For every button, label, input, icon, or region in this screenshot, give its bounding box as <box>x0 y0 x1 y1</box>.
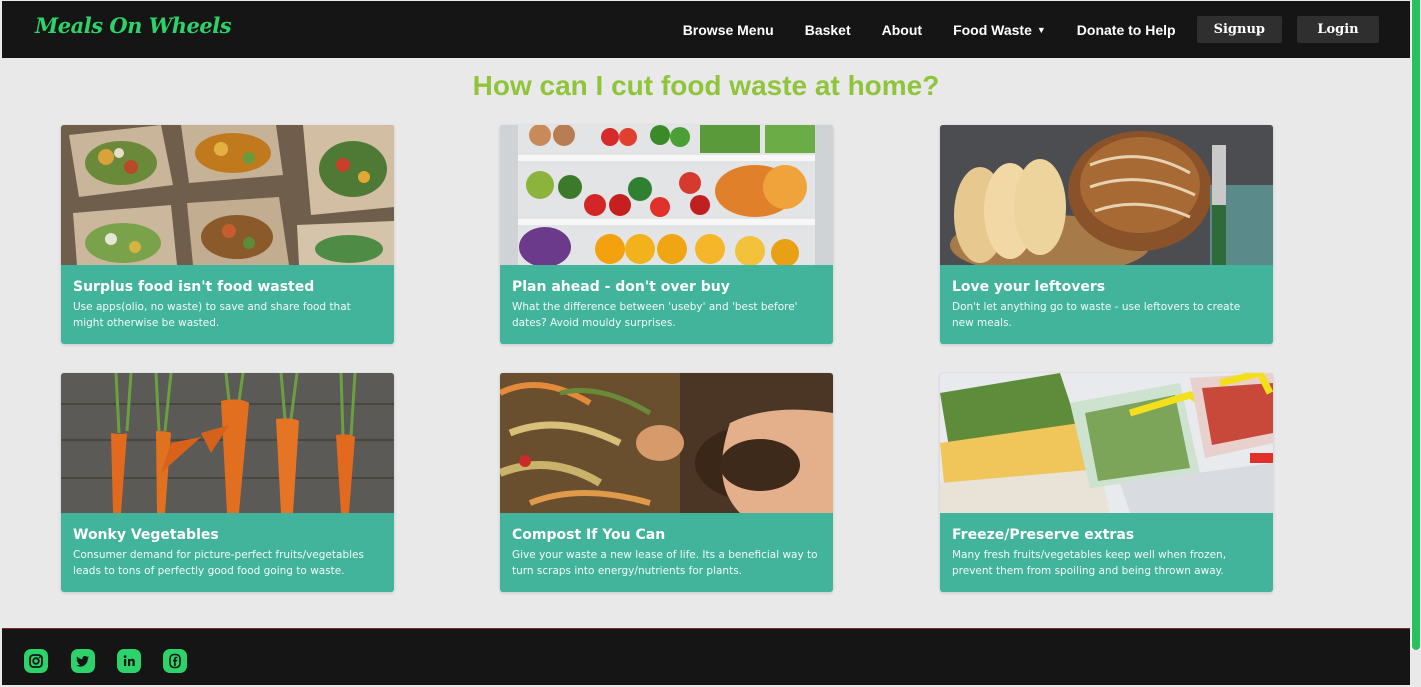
card-leftovers[interactable]: Love your leftovers Don't let anything g… <box>940 125 1273 344</box>
navbar: Meals On Wheels Browse Menu Basket About… <box>2 1 1410 58</box>
card-title: Compost If You Can <box>512 527 666 543</box>
card-title: Love your leftovers <box>952 279 1106 295</box>
card-title: Freeze/Preserve extras <box>952 527 1135 543</box>
page-title: How can I cut food waste at home? <box>472 70 940 101</box>
card-image-bread <box>940 125 1273 265</box>
brand-logo[interactable]: Meals On Wheels <box>35 13 232 38</box>
card-description: Give your waste a new lease of life. Its… <box>512 549 818 577</box>
card-description: Consumer demand for picture-perfect frui… <box>73 549 364 577</box>
scrollbar[interactable] <box>1411 0 1421 650</box>
facebook-icon[interactable] <box>163 649 187 673</box>
nav-donate[interactable]: Donate to Help <box>1077 22 1176 38</box>
card-freeze-preserve[interactable]: Freeze/Preserve extras Many fresh fruits… <box>940 373 1273 592</box>
card-image-fridge <box>500 125 833 265</box>
card-image-carrots <box>61 373 394 513</box>
card-plan-ahead[interactable]: Plan ahead - don't over buy What the dif… <box>500 125 833 344</box>
card-description: What the difference between 'useby' and … <box>512 301 798 329</box>
card-wonky-vegetables[interactable]: Wonky Vegetables Consumer demand for pic… <box>61 373 394 592</box>
nav-basket[interactable]: Basket <box>805 22 851 38</box>
nav-links: Browse Menu Basket About Food Waste ▼ Do… <box>652 1 1379 58</box>
card-image-frozen-food <box>940 373 1273 513</box>
linkedin-icon[interactable] <box>117 649 141 673</box>
nav-about[interactable]: About <box>882 22 922 38</box>
footer <box>2 628 1410 685</box>
card-image-food-boxes <box>61 125 394 265</box>
card-title: Surplus food isn't food wasted <box>73 279 315 295</box>
caret-down-icon: ▼ <box>1036 24 1046 35</box>
signup-button[interactable]: Signup <box>1196 16 1282 43</box>
card-description: Many fresh fruits/vegetables keep well w… <box>952 549 1227 577</box>
card-title: Wonky Vegetables <box>73 527 219 543</box>
twitter-icon[interactable] <box>71 649 95 673</box>
page: Meals On Wheels Browse Menu Basket About… <box>2 1 1410 685</box>
card-surplus-food[interactable]: Surplus food isn't food wasted Use apps(… <box>61 125 394 344</box>
scrollbar-thumb[interactable] <box>1412 0 1420 650</box>
nav-food-waste-label: Food Waste <box>953 21 1032 38</box>
card-title: Plan ahead - don't over buy <box>512 279 730 295</box>
card-description: Don't let anything go to waste - use lef… <box>952 301 1241 329</box>
card-description: Use apps(olio, no waste) to save and sha… <box>73 301 351 329</box>
card-image-compost <box>500 373 833 513</box>
login-button[interactable]: Login <box>1297 16 1379 43</box>
nav-browse-menu[interactable]: Browse Menu <box>683 22 774 38</box>
card-compost[interactable]: Compost If You Can Give your waste a new… <box>500 373 833 592</box>
instagram-icon[interactable] <box>24 649 48 673</box>
nav-food-waste-dropdown[interactable]: Food Waste ▼ <box>953 22 1046 38</box>
